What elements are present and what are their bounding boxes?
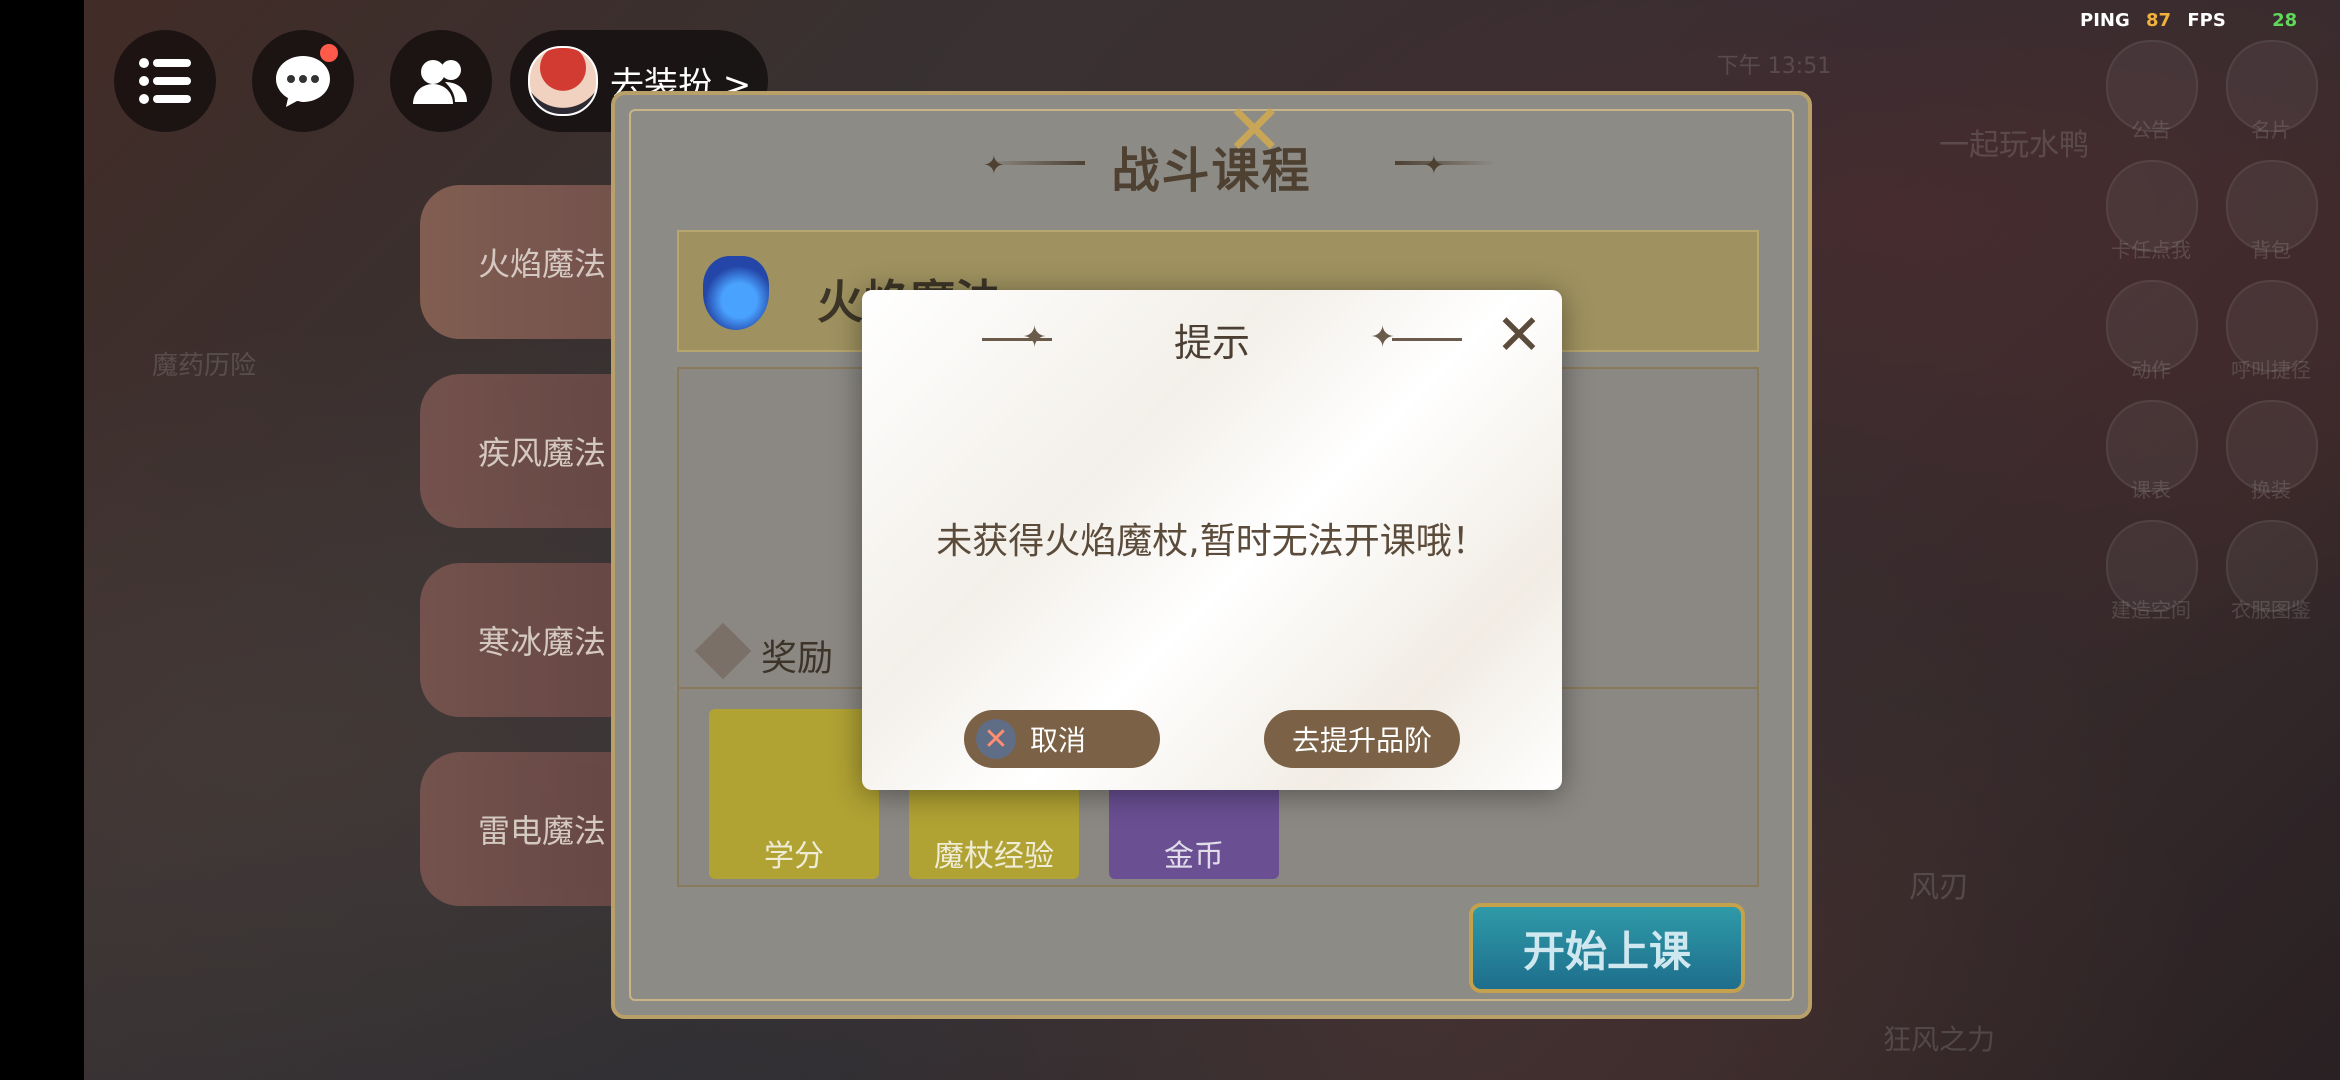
fire-magic-icon (703, 256, 769, 330)
start-class-button[interactable]: 开始上课 (1469, 903, 1745, 993)
title-deco-right (1395, 161, 1495, 165)
avatar (528, 46, 598, 116)
notification-dot (320, 44, 338, 62)
fps-value: 28 (2272, 10, 2298, 31)
friends-button[interactable] (390, 30, 492, 132)
friends-icon (413, 60, 467, 104)
ping-value: 87 (2146, 10, 2172, 31)
list-icon (139, 58, 191, 104)
title-deco-right (1392, 338, 1462, 341)
dialog-message: 未获得火焰魔杖,暂时无法开课哦！ (936, 521, 1488, 562)
tab-wind-magic[interactable]: 疾风魔法 (420, 374, 620, 528)
cancel-label: 取消 (1030, 724, 1087, 757)
chat-button[interactable] (252, 30, 354, 132)
dialog-close-icon[interactable]: ✕ (1494, 308, 1544, 364)
panel-close-icon[interactable]: ✕ (1225, 95, 1291, 166)
menu-button[interactable] (114, 30, 216, 132)
tab-label: 疾风魔法 (478, 434, 607, 472)
tab-label: 寒冰魔法 (478, 623, 607, 661)
panel-title: 战斗课程 (1111, 143, 1312, 199)
reward-icon (694, 622, 752, 680)
cancel-icon: ✕ (976, 719, 1016, 759)
reward-credit-card[interactable]: 学分 (709, 709, 879, 879)
fps-label: FPS (2187, 10, 2226, 31)
reward-label: 金币 (1164, 839, 1224, 874)
tab-thunder-magic[interactable]: 雷电魔法 (420, 752, 620, 906)
reward-label: 魔杖经验 (934, 839, 1054, 874)
perf-stats: PING 87 FPS 28 (2080, 10, 2307, 31)
tab-fire-magic[interactable]: 火焰魔法 (420, 185, 620, 339)
chat-bubble-icon (276, 56, 330, 107)
hint-dialog: ✦ 提示 ✦ ✕ 未获得火焰魔杖,暂时无法开课哦！ ✕ 取消 去提升品阶 (862, 290, 1562, 790)
reward-label: 学分 (764, 839, 824, 874)
star-icon: ✦ (1423, 151, 1445, 181)
reward-title: 奖励 (761, 638, 834, 679)
upgrade-label: 去提升品阶 (1291, 724, 1432, 757)
cancel-button[interactable]: ✕ 取消 (964, 710, 1160, 768)
upgrade-rank-button[interactable]: 去提升品阶 (1264, 710, 1460, 768)
tab-label: 雷电魔法 (478, 812, 607, 850)
ping-label: PING (2080, 10, 2130, 31)
tab-ice-magic[interactable]: 寒冰魔法 (420, 563, 620, 717)
tab-label: 火焰魔法 (478, 245, 607, 283)
